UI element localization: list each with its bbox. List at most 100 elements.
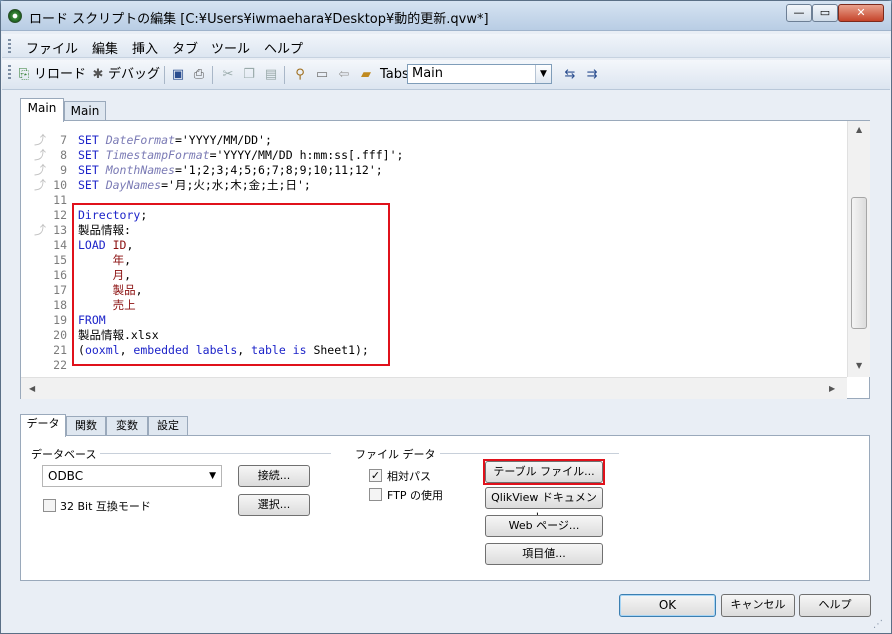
code-line[interactable]: 17 製品, (21, 283, 845, 298)
tab-variables[interactable]: 変数 (106, 416, 148, 436)
code-line[interactable]: 12 Directory; (21, 208, 845, 223)
code-line[interactable]: 19 FROM (21, 313, 845, 328)
indent-icon[interactable]: ⇆ (562, 67, 578, 83)
code-token: TimestampFormat (105, 148, 210, 162)
table-file-button[interactable]: テーブル ファイル... (485, 461, 603, 483)
code-text: SET DateFormat='YYYY/MM/DD'; (78, 133, 272, 148)
new-tab-icon[interactable]: ▭ (314, 67, 330, 83)
minimize-icon: — (793, 6, 805, 19)
save-icon[interactable]: ▣ (170, 67, 186, 83)
code-line[interactable]: 18 売上 (21, 298, 845, 313)
code-text: SET DayNames='月;火;水;木;金;土;日'; (78, 178, 311, 193)
ftp-label: FTP の使用 (387, 489, 443, 502)
title-bar[interactable]: ロード スクリプトの編集 [C:¥Users¥iwmaehara¥Desktop… (1, 1, 891, 31)
menu-bar: ファイル 編集 挿入 タブ ツール ヘルプ (2, 34, 890, 58)
database-group-label: データベース (31, 446, 101, 462)
scroll-left-icon[interactable]: ◀ (29, 384, 35, 393)
code-line[interactable]: ⤴ 8 SET TimestampFormat='YYYY/MM/DD h:mm:s… (21, 148, 845, 163)
scroll-down-icon[interactable]: ▼ (856, 361, 862, 370)
connect-button[interactable]: 接続... (238, 465, 310, 487)
code-line[interactable]: ⤴ 9 SET MonthNames='1;2;3;4;5;6;7;8;9;10;1… (21, 163, 845, 178)
qlikview-app-icon (8, 9, 22, 23)
code-token: ='1;2;3;4;5;6;7;8;9;10;11;12'; (174, 163, 383, 177)
reload-button[interactable]: リロード (34, 65, 86, 85)
code-line[interactable]: ⤴ 13 製品情報: (21, 223, 845, 238)
debug-button[interactable]: デバッグ (108, 65, 160, 85)
code-token: , (124, 268, 132, 282)
line-number: 14 (53, 238, 67, 252)
code-token: , (237, 343, 252, 357)
back-tab-icon[interactable]: ⇦ (336, 67, 352, 83)
cancel-button[interactable]: キャンセル (721, 594, 795, 617)
relative-path-checkbox[interactable]: ✓ (369, 469, 382, 482)
menu-tools[interactable]: ツール (211, 38, 250, 57)
vertical-scroll-thumb[interactable] (851, 197, 867, 329)
tab-settings[interactable]: 設定 (148, 416, 188, 436)
database-select[interactable]: ODBC ▼ (42, 465, 222, 487)
horizontal-scrollbar[interactable]: ◀ ▶ (21, 377, 847, 399)
bit32-checkbox[interactable] (43, 499, 56, 512)
script-editor[interactable]: ⤴ 7 SET DateFormat='YYYY/MM/DD'; ⤴ 8 SET Time… (20, 120, 870, 399)
line-number: 11 (53, 193, 67, 207)
code-line[interactable]: ⤴ 10 SET DayNames='月;火;水;木;金;土;日'; (21, 178, 845, 193)
code-line[interactable]: 11 (21, 193, 845, 208)
code-token: 月 (78, 268, 125, 282)
minimize-button[interactable]: — (786, 4, 812, 22)
menu-insert[interactable]: 挿入 (132, 38, 158, 57)
line-number: 12 (53, 208, 67, 222)
code-area[interactable]: ⤴ 7 SET DateFormat='YYYY/MM/DD'; ⤴ 8 SET Time… (21, 121, 845, 377)
menu-file[interactable]: ファイル (26, 38, 78, 57)
webpage-button[interactable]: Web ページ... (485, 515, 603, 537)
help-button[interactable]: ヘルプ (799, 594, 871, 617)
code-line[interactable]: 15 年, (21, 253, 845, 268)
ok-button[interactable]: OK (619, 594, 716, 617)
scroll-right-icon[interactable]: ▶ (829, 384, 835, 393)
code-text: LOAD ID, (78, 238, 133, 253)
code-text: 月, (78, 268, 131, 283)
copy-icon[interactable]: ❐ (241, 67, 257, 83)
code-token: , (119, 343, 134, 357)
cut-icon[interactable]: ✂ (220, 67, 236, 83)
vertical-scrollbar[interactable]: ▲ ▼ (847, 121, 870, 377)
code-line[interactable]: 20 製品情報.xlsx (21, 328, 845, 343)
code-token: Sheet1); (313, 343, 369, 357)
code-line[interactable]: 16 月, (21, 268, 845, 283)
line-number: 13 (53, 223, 67, 237)
tabs-dropdown[interactable]: Main ▼ (407, 64, 552, 84)
close-button[interactable]: ✕ (838, 4, 884, 22)
line-number: 20 (53, 328, 67, 342)
close-icon: ✕ (856, 6, 866, 19)
open-folder-icon[interactable]: ▰ (358, 67, 374, 83)
paste-icon[interactable]: ▤ (263, 67, 279, 83)
qlikview-document-button[interactable]: QlikView ドキュメント... (485, 487, 603, 524)
menu-tab[interactable]: タブ (172, 38, 198, 57)
data-panel: データベース ODBC ▼ 接続... 選択... 32 Bit 互換モード フ… (20, 435, 870, 581)
resize-grip-icon[interactable]: ⋰ (873, 618, 887, 632)
code-line[interactable]: 21 (ooxml, embedded labels, table is Shee… (21, 343, 845, 358)
syntax-check-icon[interactable]: ⇉ (584, 67, 600, 83)
chevron-down-icon: ▼ (535, 65, 551, 83)
tab-data[interactable]: データ (20, 414, 66, 437)
scroll-up-icon[interactable]: ▲ (856, 125, 862, 134)
tab-main[interactable]: Main (20, 98, 64, 122)
line-number: 15 (53, 253, 67, 267)
tab-main-2[interactable]: Main 2 (64, 101, 106, 137)
code-line[interactable]: 14 LOAD ID, (21, 238, 845, 253)
code-token: DateFormat (105, 133, 175, 147)
code-token: MonthNames (105, 163, 175, 177)
toolbar-grip-icon (8, 65, 11, 79)
line-number: 22 (53, 358, 67, 372)
menu-help[interactable]: ヘルプ (264, 38, 303, 57)
field-value-button[interactable]: 項目値... (485, 543, 603, 565)
menu-edit[interactable]: 編集 (92, 38, 118, 57)
ftp-checkbox[interactable] (369, 488, 382, 501)
print-icon[interactable]: ⎙ (191, 67, 207, 83)
code-line[interactable]: 22 (21, 358, 845, 373)
select-button[interactable]: 選択... (238, 494, 310, 516)
code-token: LOAD (78, 238, 113, 252)
search-icon[interactable]: ⚲ (292, 67, 308, 83)
tab-functions[interactable]: 関数 (66, 416, 106, 436)
maximize-button[interactable]: ▭ (812, 4, 838, 22)
code-line[interactable]: ⤴ 7 SET DateFormat='YYYY/MM/DD'; (21, 133, 845, 148)
code-token: Directory (78, 208, 141, 222)
